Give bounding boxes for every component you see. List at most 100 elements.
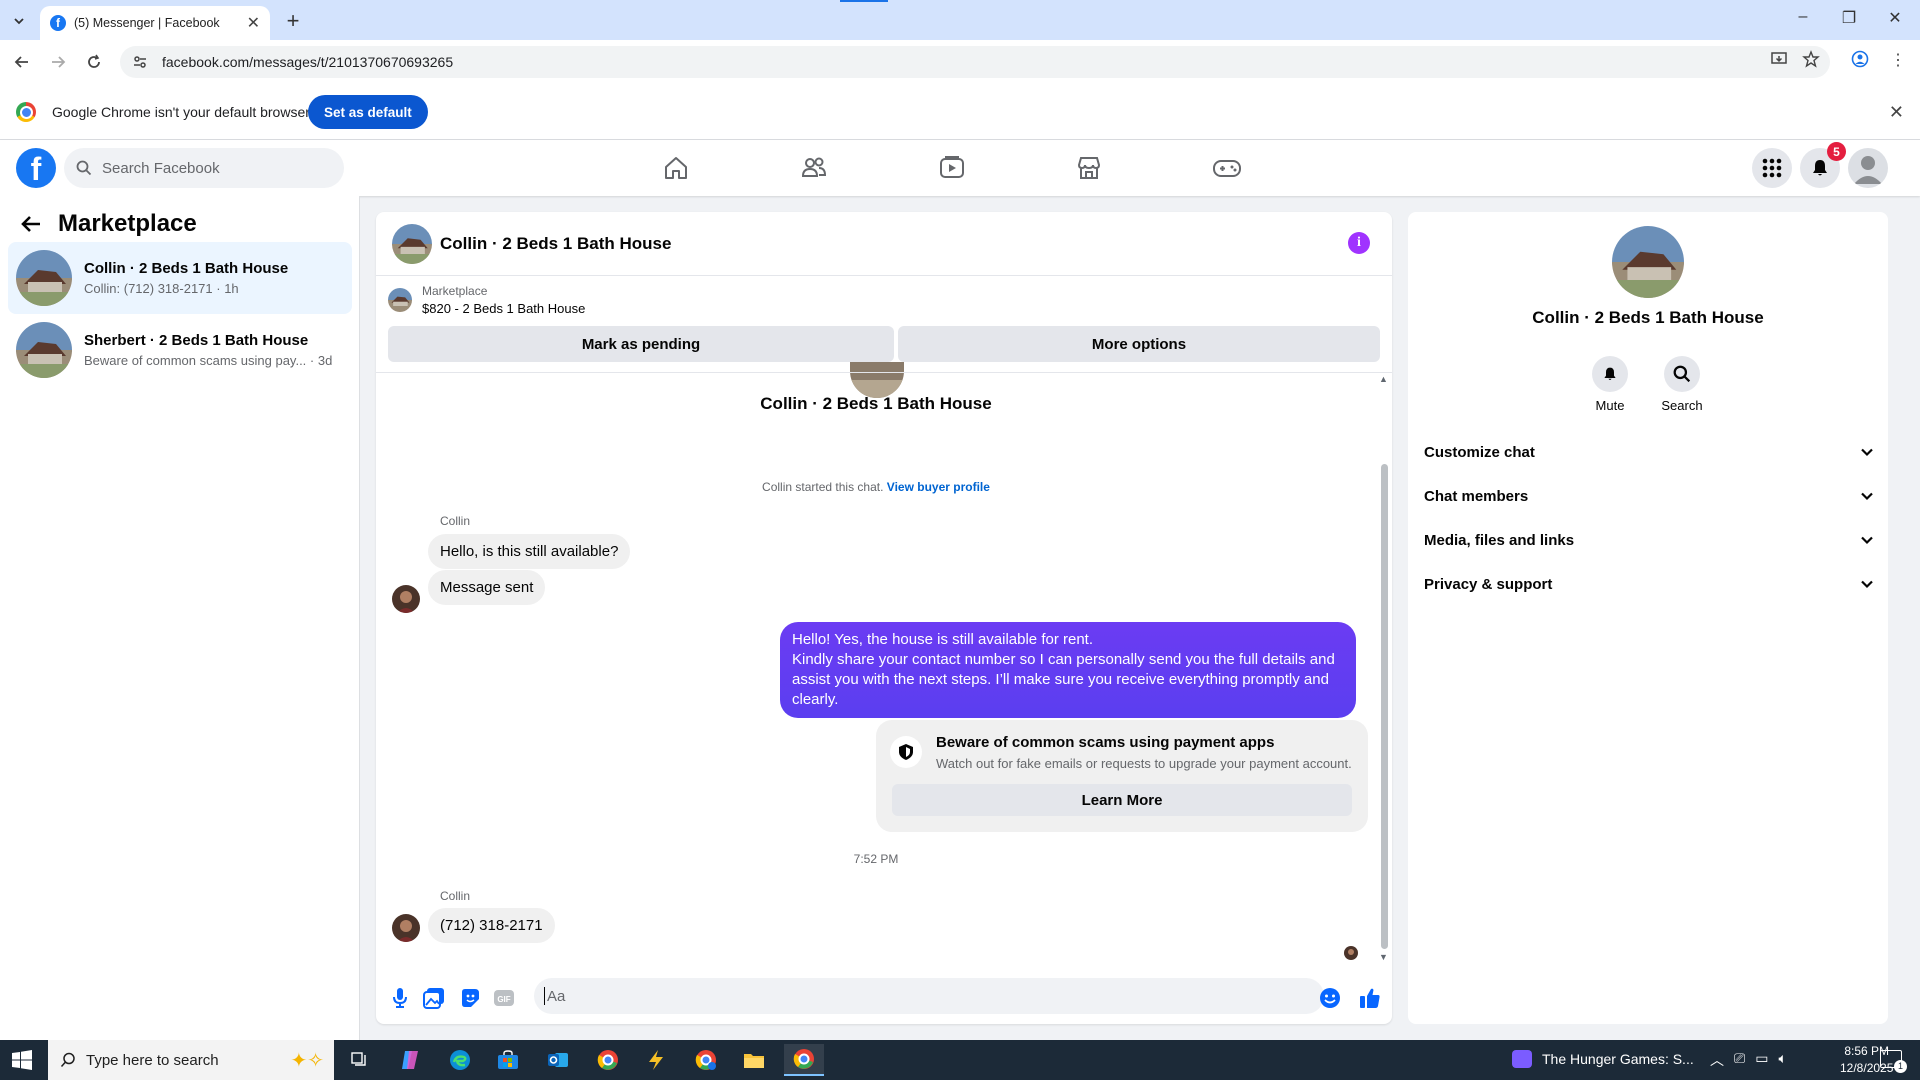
- sender-avatar[interactable]: [392, 914, 420, 942]
- thumbs-up-icon[interactable]: [1358, 986, 1382, 1010]
- scam-card-heading: Beware of common scams using payment app…: [936, 734, 1275, 751]
- chat-list-item-sherbert[interactable]: Sherbert · 2 Beds 1 Bath House Beware of…: [8, 314, 352, 386]
- scroll-down-icon[interactable]: ▼: [1379, 952, 1388, 962]
- section-label: Media, files and links: [1424, 531, 1575, 549]
- windows-start-button[interactable]: [12, 1050, 32, 1070]
- incoming-message[interactable]: Message sent: [428, 570, 546, 605]
- media-files-links-section[interactable]: Media, files and links: [1424, 522, 1874, 558]
- kebab-menu-icon[interactable]: ⋮: [1890, 50, 1906, 70]
- profile-icon[interactable]: [1851, 50, 1869, 68]
- browser-tab[interactable]: f (5) Messenger | Facebook ✕: [40, 6, 270, 40]
- incoming-message[interactable]: (712) 318-2171: [428, 908, 555, 943]
- customize-chat-section[interactable]: Customize chat: [1424, 434, 1874, 470]
- mark-as-pending-button[interactable]: Mark as pending: [388, 326, 894, 362]
- nav-watch-tab[interactable]: [896, 148, 1008, 188]
- chat-members-section[interactable]: Chat members: [1424, 478, 1874, 514]
- nav-gaming-tab[interactable]: [1171, 148, 1283, 188]
- sticker-icon[interactable]: [458, 986, 482, 1010]
- chat-preview-text: Beware of common scams using pay...: [84, 353, 307, 368]
- window-close-button[interactable]: ✕: [1880, 8, 1910, 28]
- infobar-close-icon[interactable]: ✕: [1889, 102, 1904, 123]
- outgoing-message[interactable]: Hello! Yes, the house is still available…: [780, 622, 1356, 718]
- house-thumbnail[interactable]: [392, 223, 432, 264]
- task-view-icon[interactable]: [340, 1044, 380, 1076]
- sender-name: Collin: [440, 889, 471, 903]
- browser-tab-strip: f (5) Messenger | Facebook ✕ + – ❐ ✕: [0, 0, 1920, 40]
- address-bar[interactable]: facebook.com/messages/t/2101370670693265: [120, 46, 1830, 78]
- started-text: Collin started this chat.: [762, 480, 887, 494]
- restore-button[interactable]: ❐: [1834, 8, 1864, 28]
- nav-home-tab[interactable]: [620, 148, 732, 188]
- house-thumbnail: [16, 250, 72, 306]
- menu-grid-button[interactable]: [1752, 148, 1792, 188]
- scroll-thumb[interactable]: [1381, 464, 1388, 949]
- chat-preview: Collin: (712) 318-2171 · 1h: [84, 281, 239, 296]
- reload-button[interactable]: [82, 50, 106, 74]
- edge-browser-icon[interactable]: [440, 1044, 480, 1076]
- camera-icon[interactable]: ⎚: [1734, 1050, 1745, 1070]
- thread-divider: [376, 372, 1392, 373]
- winamp-bolt-icon[interactable]: [636, 1044, 676, 1076]
- nav-friends-tab[interactable]: [758, 148, 870, 188]
- file-explorer-icon[interactable]: [734, 1044, 774, 1076]
- conversation-title[interactable]: Collin · 2 Beds 1 Bath House: [440, 234, 671, 254]
- tab-close-icon[interactable]: ✕: [247, 13, 260, 33]
- windows-taskbar: Type here to search ✦✧ The Hunger Games:…: [0, 1040, 1920, 1080]
- search-conversation-button[interactable]: Search: [1652, 356, 1712, 413]
- chevron-down-icon: [14, 18, 24, 25]
- back-button[interactable]: [10, 50, 34, 74]
- gif-icon[interactable]: GIF: [492, 986, 516, 1010]
- set-as-default-button[interactable]: Set as default: [308, 95, 428, 129]
- copilot-icon[interactable]: [390, 1044, 430, 1076]
- section-label: Chat members: [1424, 487, 1529, 505]
- arrow-right-icon: [52, 56, 66, 68]
- shield-icon: [890, 736, 922, 768]
- microphone-icon[interactable]: [388, 986, 412, 1010]
- forward-button[interactable]: [46, 50, 70, 74]
- chevron-down-icon: [1861, 492, 1873, 501]
- media-widget[interactable]: The Hunger Games: S...: [1512, 1050, 1694, 1068]
- gaming-icon: [1213, 160, 1241, 177]
- outlook-icon[interactable]: [538, 1044, 578, 1076]
- message-input[interactable]: Aa: [534, 978, 1324, 1014]
- tab-title: (5) Messenger | Facebook: [74, 16, 220, 30]
- chevron-up-icon[interactable]: ︿: [1710, 1050, 1724, 1070]
- chrome-app-icon[interactable]: [588, 1044, 628, 1076]
- listing-summary[interactable]: Marketplace $820 - 2 Beds 1 Bath House: [388, 284, 585, 316]
- facebook-search-input[interactable]: Search Facebook: [64, 148, 344, 188]
- facebook-logo-icon[interactable]: f: [16, 148, 56, 188]
- back-arrow-icon[interactable]: [20, 213, 42, 235]
- new-tab-button[interactable]: +: [280, 8, 306, 34]
- scroll-up-icon[interactable]: ▲: [1379, 374, 1388, 384]
- message-scrollbar[interactable]: ▲ ▼: [1376, 374, 1392, 964]
- mute-button[interactable]: Mute: [1580, 356, 1640, 413]
- svg-text:GIF: GIF: [497, 995, 510, 1004]
- volume-icon[interactable]: 🔈︎: [1778, 1050, 1786, 1070]
- minimize-button[interactable]: –: [1788, 8, 1818, 26]
- photo-icon[interactable]: [422, 986, 446, 1010]
- taskbar-search-input[interactable]: Type here to search ✦✧: [48, 1040, 334, 1080]
- sender-avatar[interactable]: [392, 585, 420, 613]
- house-thumbnail[interactable]: [1612, 226, 1684, 298]
- notification-center-icon[interactable]: 1: [1880, 1050, 1907, 1073]
- chat-list-item-collin[interactable]: Collin · 2 Beds 1 Bath House Collin: (71…: [8, 242, 352, 314]
- privacy-support-section[interactable]: Privacy & support: [1424, 566, 1874, 602]
- view-buyer-profile-link[interactable]: View buyer profile: [887, 480, 990, 494]
- incoming-message[interactable]: Hello, is this still available?: [428, 534, 631, 569]
- install-app-icon[interactable]: [1770, 50, 1788, 68]
- info-icon[interactable]: i: [1348, 232, 1370, 254]
- bookmark-star-icon[interactable]: [1802, 50, 1820, 68]
- learn-more-button[interactable]: Learn More: [892, 784, 1352, 816]
- chat-name: Collin · 2 Beds 1 Bath House: [84, 260, 289, 277]
- emoji-icon[interactable]: [1318, 986, 1342, 1010]
- network-icon[interactable]: ▭: [1755, 1050, 1768, 1070]
- chrome-active-app-icon[interactable]: [784, 1044, 824, 1076]
- tab-search-button[interactable]: [6, 8, 32, 34]
- microsoft-store-icon[interactable]: [488, 1044, 528, 1076]
- chrome-profile-app-icon[interactable]: [686, 1044, 726, 1076]
- account-avatar[interactable]: [1848, 148, 1888, 188]
- more-options-button[interactable]: More options: [898, 326, 1380, 362]
- url-text: facebook.com/messages/t/2101370670693265: [162, 54, 454, 70]
- nav-marketplace-tab[interactable]: [1033, 148, 1145, 188]
- message-composer: GIF Aa: [376, 968, 1392, 1024]
